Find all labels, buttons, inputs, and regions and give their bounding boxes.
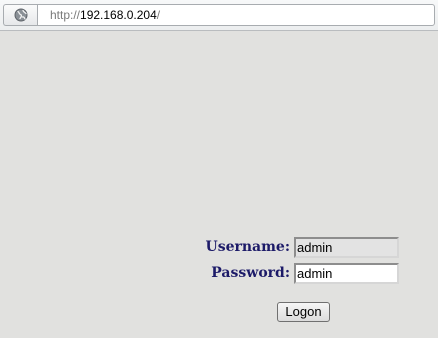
url-path: /: [156, 8, 161, 22]
url-host: 192.168.0.204: [80, 8, 157, 22]
username-label: Username:: [205, 239, 290, 255]
url-scheme: http://: [50, 8, 81, 22]
site-info-button[interactable]: [3, 4, 37, 26]
logon-button[interactable]: Logon: [277, 302, 330, 322]
username-input[interactable]: [294, 237, 399, 258]
password-label: Password:: [211, 265, 290, 281]
browser-address-bar: http://192.168.0.204/: [0, 0, 438, 31]
page: http://192.168.0.204/ Username: Password…: [0, 0, 438, 338]
password-input[interactable]: [294, 263, 399, 284]
globe-icon: [14, 8, 27, 22]
url-field[interactable]: http://192.168.0.204/: [37, 4, 435, 26]
